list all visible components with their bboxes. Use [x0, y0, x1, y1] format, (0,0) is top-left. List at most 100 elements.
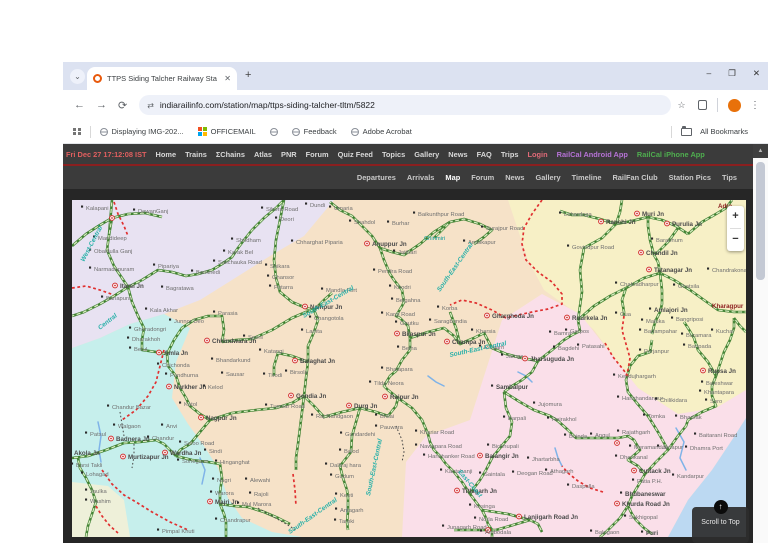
- station-marker: [395, 320, 398, 323]
- station-marker: [624, 514, 627, 517]
- station-nav-arrivals[interactable]: Arrivals: [407, 173, 435, 182]
- map-station-label: Barpali: [508, 416, 526, 422]
- bookmark-item[interactable]: [269, 127, 278, 136]
- junction-marker-dot: [633, 469, 635, 472]
- bookmark-item[interactable]: Feedback: [291, 127, 337, 136]
- map-station-label: Salichauka Road: [218, 260, 262, 266]
- address-bar[interactable]: ⇄ indiarailinfo.com/station/map/ttps-sid…: [139, 95, 672, 115]
- all-bookmarks-button[interactable]: All Bookmarks: [681, 126, 748, 136]
- station-marker: [249, 491, 252, 494]
- site-nav-item[interactable]: PNR: [281, 150, 297, 159]
- site-nav-item[interactable]: Home: [156, 150, 177, 159]
- station-marker: [643, 413, 646, 416]
- station-nav-timeline[interactable]: Timeline: [572, 173, 602, 182]
- map-station-label: Tatanagar Jn: [654, 267, 692, 274]
- globe-icon: [350, 127, 359, 136]
- site-nav-item[interactable]: FAQ: [477, 150, 492, 159]
- map-station-label: Antagarh: [340, 508, 364, 514]
- site-nav-item[interactable]: Quiz Feed: [338, 150, 373, 159]
- map-station-label: Kandarpur: [677, 474, 704, 480]
- station-nav-gallery[interactable]: Gallery: [536, 173, 561, 182]
- zoom-in-button[interactable]: +: [727, 206, 744, 228]
- apps-grid-icon[interactable]: [73, 127, 81, 136]
- site-nav-item[interactable]: News: [448, 150, 467, 159]
- site-nav-item[interactable]: Trains: [185, 150, 207, 159]
- map-station-label: Balugaon: [595, 530, 620, 536]
- site-nav-item[interactable]: Gallery: [414, 150, 439, 159]
- station-marker: [564, 433, 567, 436]
- map-station-label: Harichandanpur: [622, 396, 663, 402]
- map-station-label: Chandil Jn: [646, 250, 678, 257]
- station-marker: [512, 470, 515, 473]
- site-nav-item[interactable]: RailCal iPhone App: [637, 150, 705, 159]
- map-station-label: Kalapani: [86, 206, 109, 212]
- window-maximize-button[interactable]: ❐: [728, 68, 736, 79]
- extensions-icon[interactable]: [697, 100, 708, 110]
- site-nav-item[interactable]: ΣChains: [216, 150, 245, 159]
- profile-avatar[interactable]: [728, 98, 741, 112]
- map-station-label: Bhadrak: [680, 415, 702, 421]
- bookmark-item[interactable]: OFFICEMAIL: [197, 127, 256, 136]
- site-nav: Fri Dec 27 17:12:08 IST Home Trains ΣChain…: [63, 144, 753, 164]
- station-marker: [683, 343, 686, 346]
- station-marker: [223, 249, 226, 252]
- site-nav-item[interactable]: Topics: [382, 150, 405, 159]
- station-marker: [707, 267, 710, 270]
- site-nav-item[interactable]: Login: [527, 150, 547, 159]
- browser-menu-icon[interactable]: ⋮: [750, 100, 760, 111]
- station-marker: [649, 307, 652, 310]
- station-nav-station-pics[interactable]: Station Pics: [669, 173, 711, 182]
- map-station-label: Tomka: [648, 414, 666, 420]
- station-marker: [567, 244, 570, 247]
- page-scrollbar[interactable]: ▲: [753, 144, 768, 543]
- station-nav-tips[interactable]: Tips: [722, 173, 737, 182]
- map-station-label: Alewahi: [250, 478, 270, 484]
- map-station-label: Chichonda: [162, 363, 190, 369]
- junction-marker-dot: [366, 242, 368, 245]
- station-marker: [161, 423, 164, 426]
- site-nav-item[interactable]: Forum: [306, 150, 329, 159]
- site-nav-item[interactable]: Trips: [501, 150, 519, 159]
- map-station-label: Taroki: [339, 519, 354, 525]
- scroll-to-top-button[interactable]: ↑ Scroll to Top: [692, 500, 749, 543]
- up-arrow-icon: ↑: [713, 500, 728, 514]
- station-marker: [553, 345, 556, 348]
- browser-tab[interactable]: TTPS Siding Talcher Railway Sta ✕: [87, 67, 237, 90]
- bookmark-star-icon[interactable]: ☆: [677, 100, 685, 111]
- zoom-out-button[interactable]: −: [727, 229, 744, 251]
- site-settings-icon[interactable]: ⇄: [147, 101, 154, 110]
- tab-search-button[interactable]: ⌄: [70, 69, 85, 84]
- station-marker: [265, 403, 268, 406]
- railway-map[interactable]: Kalapani DewanGanj Mandideep Obaidulla Ganj…: [72, 200, 746, 537]
- station-marker: [617, 395, 620, 398]
- window-close-button[interactable]: ✕: [753, 68, 760, 79]
- url-text[interactable]: indiarailinfo.com/station/map/ttps-sidin…: [160, 100, 664, 110]
- station-nav-forum[interactable]: Forum: [471, 173, 494, 182]
- station-nav-map[interactable]: Map: [445, 173, 460, 182]
- station-nav-news[interactable]: News: [505, 173, 524, 182]
- map-station-label: Jamga: [506, 354, 524, 360]
- junction-marker-dot: [702, 369, 704, 372]
- site-nav-item[interactable]: Atlas: [254, 150, 272, 159]
- forward-button[interactable]: →: [96, 99, 107, 111]
- station-nav-departures[interactable]: Departures: [357, 173, 396, 182]
- map-station-label: Harishanker Road: [428, 454, 475, 460]
- back-button[interactable]: ←: [74, 99, 85, 111]
- map-station-label: Bhilai: [380, 414, 394, 420]
- desktop: ⌄ TTPS Siding Talcher Railway Sta ✕ + – …: [0, 0, 768, 543]
- map-station-label: Sausar: [226, 372, 244, 378]
- station-nav-railfan-club[interactable]: RailFan Club: [612, 173, 657, 182]
- bookmark-item[interactable]: Adobe Acrobat: [350, 127, 412, 136]
- site-nav-item[interactable]: RailCal Android App: [557, 150, 628, 159]
- bookmark-item[interactable]: Displaying IMG-202...: [99, 127, 184, 136]
- tab-close-icon[interactable]: ✕: [224, 74, 231, 83]
- station-marker: [481, 225, 484, 228]
- scrollbar-up-arrow[interactable]: ▲: [753, 144, 768, 158]
- map-station-label: Raj Nandgaon: [316, 414, 353, 420]
- station-marker: [335, 507, 338, 510]
- map-station-label: Itarsi Jn: [120, 283, 144, 290]
- scrollbar-thumb[interactable]: [756, 162, 765, 280]
- window-minimize-button[interactable]: –: [707, 68, 712, 79]
- new-tab-button[interactable]: +: [245, 70, 251, 81]
- reload-button[interactable]: ⟳: [118, 99, 127, 112]
